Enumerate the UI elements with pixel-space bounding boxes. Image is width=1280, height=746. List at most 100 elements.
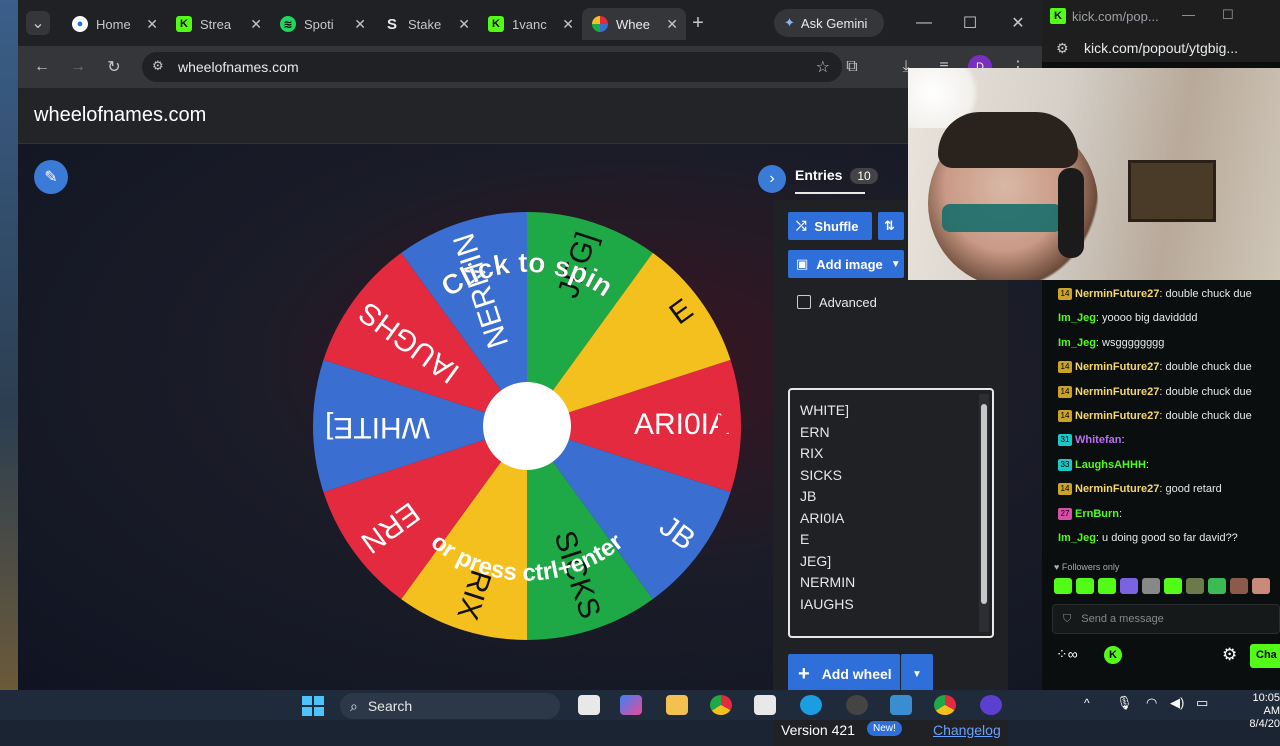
add-image-button[interactable]: ▣ Add image ▼ — [788, 250, 904, 278]
gemini-label: Ask Gemini — [800, 15, 868, 31]
battery-icon[interactable]: ▭ — [1196, 695, 1208, 711]
emote-bar[interactable] — [1054, 578, 1280, 596]
emote-icon[interactable] — [1054, 578, 1072, 594]
app-icon[interactable] — [846, 695, 868, 715]
changelog-link[interactable]: Changelog — [933, 722, 1001, 738]
new-tab-icon[interactable]: + — [686, 11, 710, 35]
chat-username[interactable]: NerminFuture27 — [1075, 386, 1159, 398]
chat-username[interactable]: Im_Jeg — [1058, 337, 1096, 349]
kick-icon: K — [1050, 8, 1066, 24]
entries-scrollbar[interactable] — [979, 394, 989, 632]
close-tab-icon[interactable]: ✕ — [354, 16, 366, 33]
emote-icon[interactable] — [1230, 578, 1248, 594]
infinity-icon[interactable]: ⁘∞ — [1056, 646, 1078, 663]
site-info-icon[interactable]: ⚙ — [1056, 40, 1069, 57]
advanced-checkbox[interactable] — [797, 295, 811, 309]
close-tab-icon[interactable]: ✕ — [562, 16, 574, 33]
chat-username[interactable]: Im_Jeg — [1058, 532, 1096, 544]
add-wheel-dropdown[interactable]: ▼ — [901, 654, 933, 694]
chat-username[interactable]: NerminFuture27 — [1075, 288, 1159, 300]
site-title[interactable]: wheelofnames.com — [34, 104, 206, 127]
sunglasses — [942, 204, 1062, 232]
back-icon[interactable]: ← — [30, 55, 54, 79]
close-window-icon[interactable]: ✕ — [1006, 11, 1030, 35]
tray-chevron-icon[interactable]: ^ — [1084, 696, 1090, 710]
add-image-label: Add image — [816, 256, 883, 272]
address-bar[interactable]: ⚙ wheelofnames.com ☆ — [142, 52, 842, 82]
minimize-icon[interactable]: — — [912, 11, 936, 35]
photos-icon[interactable] — [890, 695, 912, 715]
media-player-icon[interactable] — [980, 695, 1002, 715]
chat-username[interactable]: Im_Jeg — [1058, 312, 1096, 324]
emote-icon[interactable] — [1142, 578, 1160, 594]
chrome-profile-icon[interactable] — [934, 695, 956, 715]
chat-username[interactable]: NerminFuture27 — [1075, 410, 1159, 422]
chat-username[interactable]: NerminFuture27 — [1075, 483, 1159, 495]
chat-username[interactable]: LaughsAHHH — [1075, 459, 1146, 471]
tab-search-button[interactable]: ⌄ — [26, 11, 50, 35]
tab-wheel[interactable]: Whee ✕ — [582, 8, 686, 40]
reload-icon[interactable]: ↻ — [102, 55, 126, 79]
bookmark-star-icon[interactable]: ☆ — [816, 57, 830, 77]
chrome-icon[interactable] — [710, 695, 732, 715]
maximize-icon[interactable]: ☐ — [958, 11, 982, 35]
settings-gear-icon[interactable]: ⚙ — [1222, 645, 1237, 665]
emote-icon[interactable] — [1120, 578, 1138, 594]
chat-send-button[interactable]: Cha — [1250, 644, 1280, 668]
taskbar-search[interactable]: ⌕ Search — [340, 693, 560, 719]
copilot-icon[interactable] — [620, 695, 642, 715]
chat-message: Im_Jeg: u doing good so far david?? — [1058, 532, 1238, 544]
close-tab-icon[interactable]: ✕ — [250, 16, 262, 33]
emote-icon[interactable] — [1186, 578, 1204, 594]
forward-icon[interactable]: → — [66, 55, 90, 79]
wheel[interactable]: ARI0IAJBSICKSRIXERNWHITE]IAUGHSNERMIN JEG… — [308, 206, 758, 646]
wifi-icon[interactable]: ◠ — [1146, 695, 1157, 711]
kick-icon: K — [176, 16, 192, 32]
entry-line: SICKS — [800, 467, 843, 483]
close-tab-icon[interactable]: ✕ — [146, 16, 158, 33]
site-info-icon[interactable]: ⚙ — [152, 58, 164, 74]
start-button-windows-icon[interactable] — [302, 696, 324, 716]
maximize-icon[interactable]: ☐ — [1222, 7, 1234, 23]
emote-icon[interactable] — [1098, 578, 1116, 594]
emote-icon[interactable] — [1208, 578, 1226, 594]
tab-label: Home — [96, 16, 131, 32]
close-tab-icon[interactable]: ✕ — [458, 16, 470, 33]
edge-icon[interactable] — [800, 695, 822, 715]
kick-logo-icon[interactable]: K — [1104, 646, 1122, 664]
tab-stake[interactable]: S Stake ✕ — [374, 8, 478, 40]
subscriber-badge: 14 — [1058, 361, 1072, 374]
tab-1vanc[interactable]: K 1vanc ✕ — [478, 8, 582, 40]
emote-icon[interactable] — [1252, 578, 1270, 594]
shuffle-button[interactable]: ⤮ Shuffle — [788, 212, 872, 240]
chat-username[interactable]: ErnBurn — [1075, 508, 1119, 520]
extensions-icon[interactable]: ⧉ — [840, 55, 864, 79]
close-tab-icon[interactable]: ✕ — [666, 16, 678, 33]
kick-address-bar[interactable]: ⚙ kick.com/popout/ytgbig... — [1042, 34, 1280, 62]
sort-button[interactable]: ⇅ — [878, 212, 904, 240]
tab-stream[interactable]: K Strea ✕ — [166, 8, 270, 40]
volume-icon[interactable]: ◀) — [1170, 695, 1184, 711]
entries-tab[interactable]: Entries 10 — [795, 167, 878, 184]
file-explorer-icon[interactable] — [666, 695, 688, 715]
minimize-icon[interactable]: — — [1182, 7, 1195, 22]
chat-username[interactable]: NerminFuture27 — [1075, 361, 1159, 373]
collapse-panel-chevron-icon[interactable]: › — [758, 165, 786, 193]
emote-icon[interactable] — [1164, 578, 1182, 594]
dropdown-caret-icon: ▼ — [912, 668, 922, 680]
tab-home[interactable]: ● Home ✕ — [62, 8, 166, 40]
store-icon[interactable] — [754, 695, 776, 715]
shuffle-icon: ⤮ — [796, 218, 807, 233]
tab-spotify[interactable]: ≋ Spoti ✕ — [270, 8, 374, 40]
add-wheel-button[interactable]: + Add wheel — [788, 654, 900, 694]
scrollbar-thumb[interactable] — [981, 404, 987, 604]
chat-username[interactable]: Whitefan — [1075, 434, 1121, 446]
ask-gemini-button[interactable]: ✦ Ask Gemini — [774, 9, 884, 37]
task-view-icon[interactable] — [578, 695, 600, 715]
send-message-input[interactable]: ⛉ Send a message — [1052, 604, 1280, 634]
entries-textarea[interactable]: WHITE] ERN RIX SICKS JB ARI0IA E JEG] NE… — [788, 388, 994, 638]
clock[interactable]: 10:05 AM 8/4/20 — [1234, 692, 1280, 731]
edit-pencil-icon[interactable]: ✎ — [34, 160, 68, 194]
emote-icon[interactable] — [1076, 578, 1094, 594]
microphone-icon[interactable]: 🎙 — [1116, 695, 1133, 711]
